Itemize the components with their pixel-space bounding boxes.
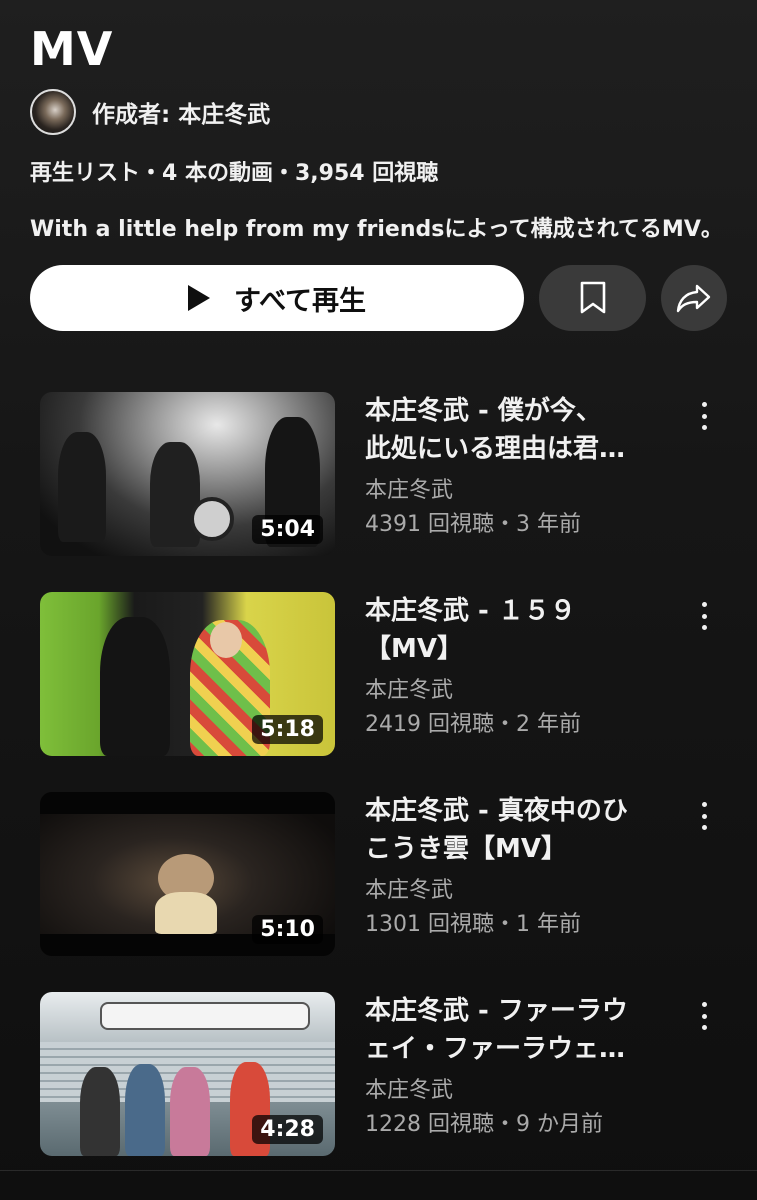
author-label: 作成者: 本庄冬武 [92,102,271,128]
video-stats: 1301 回視聴・1 年前 [365,912,581,937]
more-vert-icon[interactable] [692,402,716,430]
more-vert-icon[interactable] [692,1002,716,1030]
video-stats: 1228 回視聴・9 か月前 [365,1112,603,1137]
video-stats: 4391 回視聴・3 年前 [365,512,581,537]
bottom-divider [0,1170,757,1171]
play-all-label: すべて再生 [233,285,367,317]
play-icon [187,285,210,311]
playlist-video-item[interactable]: 4:28 本庄冬武 - ファーラウ ェイ・ファーラウェ… 本庄冬武 1228 回… [40,992,730,1156]
video-duration: 5:10 [252,915,323,944]
video-thumbnail[interactable]: 5:18 [40,592,335,756]
video-thumbnail[interactable]: 4:28 [40,992,335,1156]
playlist-video-item[interactable]: 5:18 本庄冬武 - １５９ 【MV】 本庄冬武 2419 回視聴・2 年前 [40,592,730,756]
share-button[interactable] [661,265,727,331]
video-title[interactable]: 本庄冬武 - 僕が今、 此処にいる理由は君… [365,392,665,468]
playlist-author[interactable]: 作成者: 本庄冬武 [30,89,270,135]
author-avatar[interactable] [30,89,76,135]
video-thumbnail[interactable]: 5:10 [40,792,335,956]
video-duration: 4:28 [252,1115,323,1144]
video-stats: 2419 回視聴・2 年前 [365,712,581,737]
playlist-title: MV [30,22,114,76]
video-channel[interactable]: 本庄冬武 [365,672,453,704]
video-duration: 5:18 [252,715,323,744]
save-playlist-button[interactable] [539,265,646,331]
bookmark-icon [580,281,605,314]
video-thumbnail[interactable]: 5:04 [40,392,335,556]
video-duration: 5:04 [252,515,323,544]
playlist-video-item[interactable]: 5:04 本庄冬武 - 僕が今、 此処にいる理由は君… 本庄冬武 4391 回視… [40,392,730,556]
play-all-button[interactable]: すべて再生 [30,265,524,331]
playlist-video-item[interactable]: 5:10 本庄冬武 - 真夜中のひ こうき雲【MV】 本庄冬武 1301 回視聴… [40,792,730,956]
video-channel[interactable]: 本庄冬武 [365,872,453,904]
playlist-meta: 再生リスト・4 本の動画・3,954 回視聴 [30,161,439,186]
more-vert-icon[interactable] [692,602,716,630]
video-title[interactable]: 本庄冬武 - 真夜中のひ こうき雲【MV】 [365,792,665,868]
video-channel[interactable]: 本庄冬武 [365,472,453,504]
video-channel[interactable]: 本庄冬武 [365,1072,453,1104]
video-title[interactable]: 本庄冬武 - １５９ 【MV】 [365,592,665,668]
video-title[interactable]: 本庄冬武 - ファーラウ ェイ・ファーラウェ… [365,992,665,1068]
share-icon [676,284,711,313]
more-vert-icon[interactable] [692,802,716,830]
playlist-description: With a little help from my friendsによって構成… [30,217,723,242]
